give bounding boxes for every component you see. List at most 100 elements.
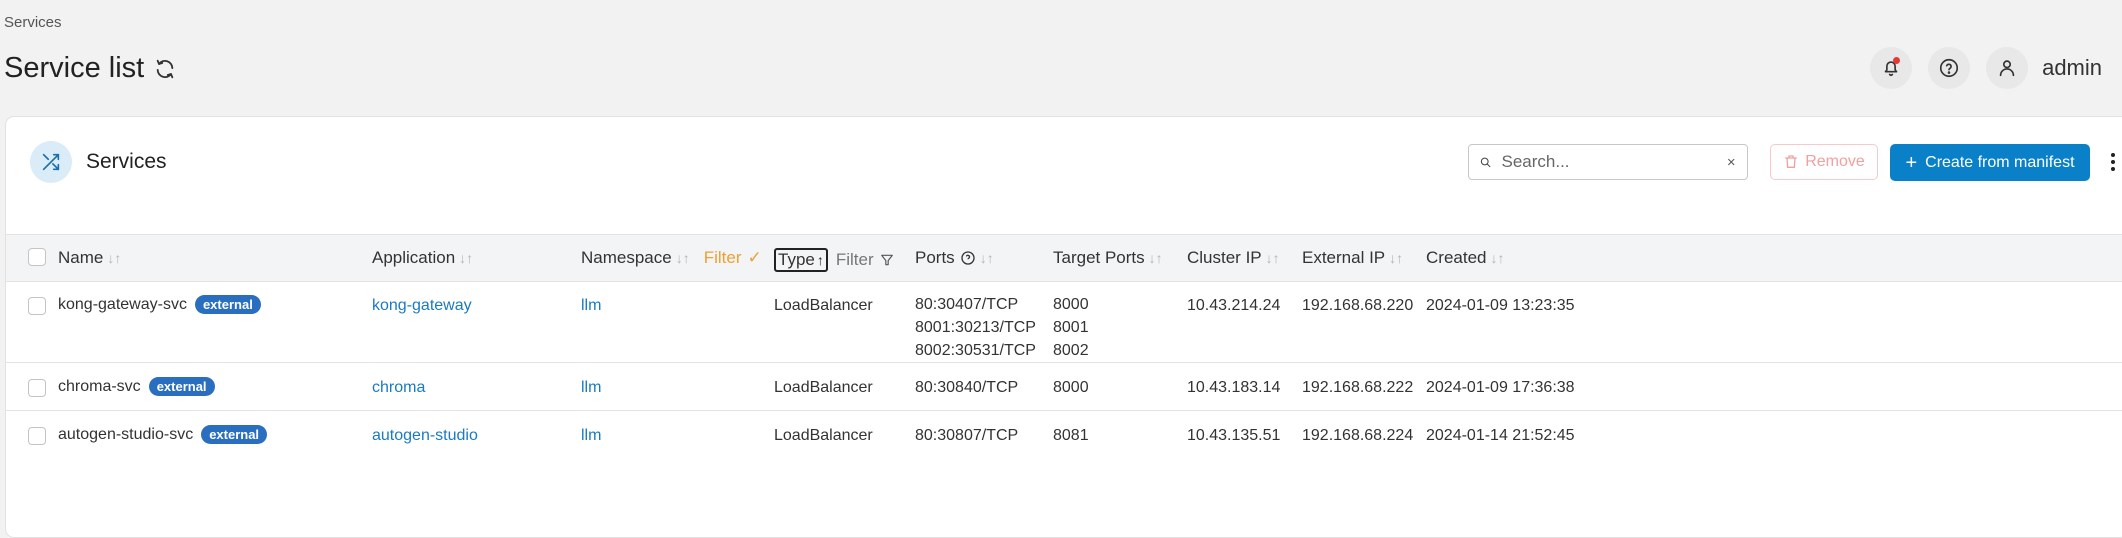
column-application-label: Application [372, 248, 456, 267]
services-panel: Services Remove + Create from manifest N… [5, 116, 2122, 538]
sort-icon: ↓↑ [107, 250, 122, 266]
table-row[interactable]: chroma-svc external chroma llm LoadBalanc… [6, 363, 2122, 411]
clear-search-icon[interactable] [1725, 153, 1738, 171]
refresh-icon[interactable] [154, 58, 176, 80]
namespace-link[interactable]: llm [581, 379, 601, 397]
service-name: kong-gateway-svc external [58, 295, 261, 314]
namespace-link[interactable]: llm [581, 297, 601, 315]
table-row[interactable]: kong-gateway-svc external kong-gateway ll… [6, 281, 2122, 363]
ports-list: 80:30407/TCP 8001:30213/TCP 8002:30531/T… [915, 293, 1036, 362]
namespace-filter-label: Filter [703, 248, 742, 267]
column-cluster-ip[interactable]: Cluster IP ↓↑ [1187, 248, 1280, 268]
column-name[interactable]: Name ↓↑ [58, 248, 121, 268]
notifications-button[interactable] [1870, 47, 1913, 89]
cluster-ip: 10.43.135.51 [1187, 427, 1281, 444]
external-ip: 192.168.68.220 [1302, 297, 1414, 314]
row-checkbox[interactable] [28, 427, 46, 445]
column-target-ports[interactable]: Target Ports ↓↑ [1053, 248, 1163, 268]
sort-icon: ↓↑ [979, 250, 994, 266]
user-icon [1999, 60, 2015, 77]
sort-icon: ↓↑ [1148, 250, 1163, 266]
type-sort-focused[interactable]: Type ↑ [774, 248, 828, 272]
port: 8002:30531/TCP [915, 342, 1036, 359]
remove-label: Remove [1805, 153, 1865, 170]
application-link[interactable]: chroma [372, 379, 425, 397]
search-box[interactable] [1468, 144, 1748, 180]
sort-icon: ↓↑ [1490, 250, 1505, 266]
title-row: Service list [4, 52, 176, 85]
avatar [1986, 47, 2029, 89]
help-icon [1940, 58, 1959, 78]
sort-icon: ↓↑ [459, 250, 474, 266]
namespace-link[interactable]: llm [581, 427, 601, 445]
port: 80:30807/TCP [915, 427, 1019, 444]
username: admin [2042, 55, 2102, 80]
target-port: 8000 [1053, 379, 1089, 396]
column-created-label: Created [1426, 248, 1487, 267]
plus-icon: + [1905, 151, 1918, 174]
service-type: LoadBalancer [774, 379, 873, 396]
breadcrumb[interactable]: Services [4, 14, 62, 31]
namespace-filter[interactable]: Filter ✓ [704, 248, 762, 268]
service-name-text: kong-gateway-svc [58, 296, 187, 313]
column-external-ip-label: External IP [1302, 248, 1386, 267]
page-title: Service list [4, 52, 145, 84]
cluster-ip: 10.43.214.24 [1187, 297, 1281, 314]
table-row[interactable]: autogen-studio-svc external autogen-studi… [6, 411, 2122, 461]
target-port: 8002 [1053, 342, 1089, 359]
port: 80:30407/TCP [915, 296, 1019, 313]
column-namespace-label: Namespace [581, 248, 672, 267]
external-ip: 192.168.68.224 [1302, 427, 1414, 444]
type-filter-label: Filter [835, 250, 874, 269]
column-external-ip[interactable]: External IP ↓↑ [1302, 248, 1403, 268]
sort-icon: ↓↑ [1265, 250, 1280, 266]
search-input[interactable] [1499, 151, 1725, 173]
remove-button[interactable]: Remove [1770, 144, 1878, 180]
top-right-controls: admin [1870, 47, 2102, 89]
external-ip: 192.168.68.222 [1302, 379, 1414, 396]
application-link[interactable]: kong-gateway [372, 297, 472, 315]
column-ports-label: Ports [915, 248, 955, 267]
create-label: Create from manifest [1925, 153, 2075, 171]
external-badge: external [194, 295, 261, 314]
check-icon: ✓ [747, 248, 762, 267]
service-name-text: autogen-studio-svc [58, 426, 194, 443]
created-time: 2024-01-09 13:23:35 [1426, 297, 1575, 314]
column-type[interactable]: Type ↑ Filter [774, 248, 894, 272]
target-port: 8001 [1053, 319, 1089, 336]
more-options-icon[interactable] [2106, 148, 2120, 176]
application-link[interactable]: autogen-studio [372, 427, 478, 445]
create-from-manifest-button[interactable]: + Create from manifest [1890, 144, 2090, 181]
panel-title: Services [86, 150, 167, 173]
services-icon [30, 141, 72, 183]
external-badge: external [201, 425, 268, 444]
service-type: LoadBalancer [774, 297, 873, 314]
column-created[interactable]: Created ↓↑ [1426, 248, 1504, 268]
column-ports[interactable]: Ports ↓↑ [915, 248, 994, 268]
help-button[interactable] [1928, 47, 1971, 89]
panel-header: Services [30, 141, 167, 183]
target-port: 8000 [1053, 296, 1089, 313]
search-icon [1480, 157, 1491, 168]
select-all-checkbox[interactable] [28, 248, 46, 266]
column-name-label: Name [58, 248, 104, 267]
row-checkbox[interactable] [28, 297, 46, 315]
type-filter[interactable]: Filter [836, 250, 894, 270]
user-menu[interactable]: admin [1986, 47, 2102, 89]
target-ports-list: 8000 8001 8002 [1053, 293, 1089, 362]
sort-asc-icon: ↑ [816, 252, 824, 268]
filter-icon [880, 254, 893, 266]
column-target-ports-label: Target Ports [1053, 248, 1145, 267]
created-time: 2024-01-14 21:52:45 [1426, 427, 1575, 444]
port: 80:30840/TCP [915, 379, 1019, 396]
service-name-text: chroma-svc [58, 378, 141, 395]
service-name: autogen-studio-svc external [58, 425, 268, 444]
column-application[interactable]: Application ↓↑ [372, 248, 473, 268]
sort-icon: ↓↑ [1389, 250, 1404, 266]
column-cluster-ip-label: Cluster IP [1187, 248, 1262, 267]
column-namespace[interactable]: Namespace ↓↑ Filter ✓ [581, 248, 762, 268]
sort-icon: ↓↑ [675, 250, 690, 266]
target-port: 8081 [1053, 427, 1089, 444]
info-icon[interactable] [960, 250, 976, 266]
row-checkbox[interactable] [28, 379, 46, 397]
